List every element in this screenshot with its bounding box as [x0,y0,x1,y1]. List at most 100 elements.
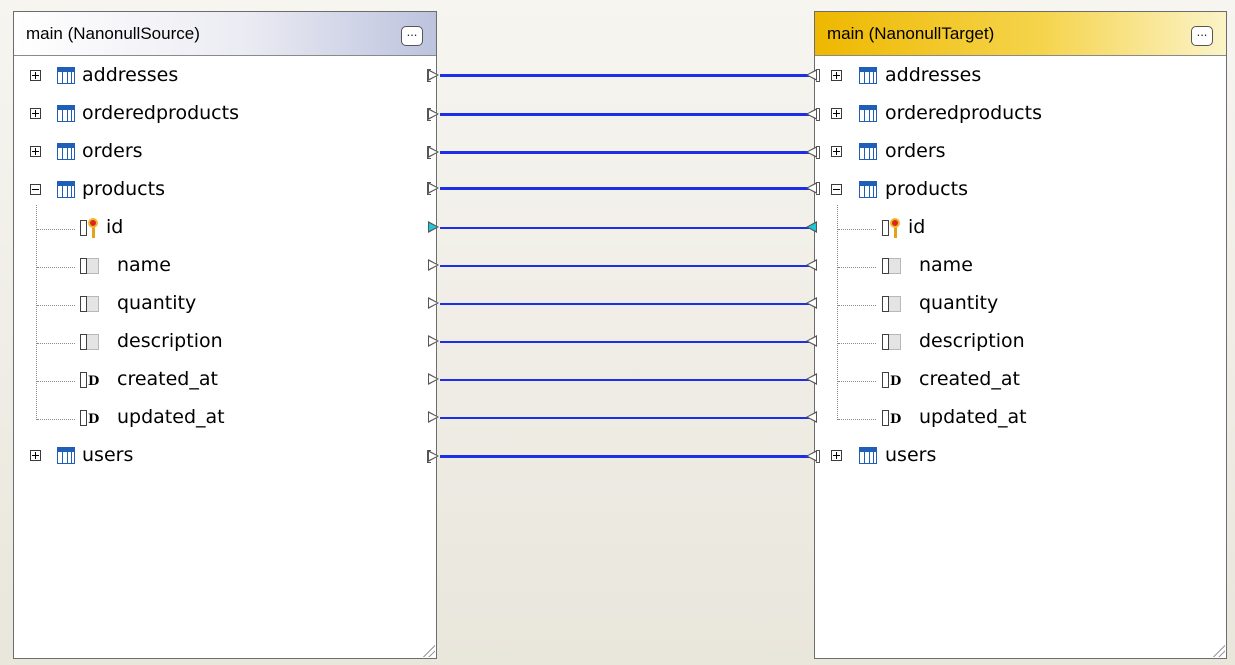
table-row-orders[interactable]: orders [815,134,1226,172]
column-label: id [106,216,124,238]
mapping-line-updated-at[interactable] [440,417,812,419]
table-label: products [885,178,968,200]
column-label: quantity [117,292,197,314]
tree-connector [37,229,75,230]
target-connector[interactable] [806,297,817,309]
connector-bracket [816,182,820,195]
expand-icon[interactable] [30,450,41,461]
table-icon [859,447,877,464]
mapping-line-orders[interactable] [440,151,812,154]
column-row-name[interactable]: name [14,248,436,286]
source-connector[interactable] [428,69,439,81]
column-row-quantity[interactable]: quantity [815,286,1226,324]
table-row-orders[interactable]: orders [14,134,436,172]
table-row-products[interactable]: products [14,172,436,210]
table-row-orderedproducts[interactable]: orderedproducts [14,96,436,134]
target-panel: main (NanonullTarget) ... addresses orde… [814,11,1227,659]
resize-grip[interactable] [423,645,435,657]
column-row-created-at[interactable]: D created_at [815,362,1226,400]
column-row-name[interactable]: name [815,248,1226,286]
expand-icon[interactable] [30,108,41,119]
tree-connector [37,305,75,306]
connector-bracket [816,146,820,159]
table-icon [57,67,75,84]
expand-icon[interactable] [831,450,842,461]
expand-icon[interactable] [831,70,842,81]
mapping-line-description[interactable] [440,341,812,343]
column-row-id[interactable]: id [815,210,1226,248]
tree-connector [838,381,876,382]
table-label: addresses [885,64,982,86]
source-panel-header[interactable]: main (NanonullSource) ... [14,12,436,56]
table-row-addresses[interactable]: addresses [815,58,1226,96]
expand-icon[interactable] [30,70,41,81]
table-icon [57,105,75,122]
table-row-products[interactable]: products [815,172,1226,210]
collapse-icon[interactable] [30,184,41,195]
resize-grip[interactable] [1213,645,1225,657]
target-panel-header[interactable]: main (NanonullTarget) ... [815,12,1226,56]
source-connector[interactable] [428,373,439,385]
mapping-line-addresses[interactable] [440,74,812,77]
source-panel: main (NanonullSource) ... addresses orde… [13,11,437,659]
column-row-description[interactable]: description [815,324,1226,362]
connector-bracket [816,450,820,463]
target-panel-title: main (NanonullTarget) [827,24,995,43]
mapping-line-products[interactable] [440,187,812,190]
column-row-created-at[interactable]: D created_at [14,362,436,400]
primary-key-icon [882,218,901,238]
column-icon [80,258,99,274]
target-panel-menu-button[interactable]: ... [1191,25,1213,46]
source-connector[interactable] [428,182,439,194]
column-label: updated_at [919,406,1027,428]
column-label: name [919,254,973,276]
table-row-users[interactable]: users [14,438,436,476]
mapping-line-quantity[interactable] [440,303,812,305]
mapping-line-id[interactable] [440,227,812,229]
table-row-addresses[interactable]: addresses [14,58,436,96]
table-label: addresses [82,64,179,86]
table-icon [859,181,877,198]
source-connector[interactable] [428,259,439,271]
column-label: name [117,254,171,276]
column-row-description[interactable]: description [14,324,436,362]
expand-icon[interactable] [30,146,41,157]
column-label: quantity [919,292,999,314]
date-column-icon: D [882,410,901,427]
source-connector[interactable] [428,411,439,423]
source-connector[interactable] [428,297,439,309]
target-connector[interactable] [806,259,817,271]
tree-connector [838,305,876,306]
column-row-quantity[interactable]: quantity [14,286,436,324]
source-key-connector[interactable] [428,221,439,233]
table-icon [859,143,877,160]
tree-connector [838,267,876,268]
mapping-line-created-at[interactable] [440,379,812,381]
target-key-connector[interactable] [806,221,817,233]
target-connector[interactable] [806,373,817,385]
column-row-updated-at[interactable]: D updated_at [815,400,1226,438]
tree-connector [37,267,75,268]
mapping-line-orderedproducts[interactable] [440,113,812,116]
table-label: users [885,444,937,466]
source-connector[interactable] [428,335,439,347]
target-connector[interactable] [806,335,817,347]
expand-icon[interactable] [831,146,842,157]
column-icon [882,334,901,350]
collapse-icon[interactable] [831,184,842,195]
column-row-id[interactable]: id [14,210,436,248]
source-panel-menu-button[interactable]: ... [401,25,423,46]
table-row-orderedproducts[interactable]: orderedproducts [815,96,1226,134]
source-connector[interactable] [428,146,439,158]
column-row-updated-at[interactable]: D updated_at [14,400,436,438]
source-connector[interactable] [428,108,439,120]
target-connector[interactable] [806,411,817,423]
mapping-line-users[interactable] [440,455,812,458]
table-row-users[interactable]: users [815,438,1226,476]
mapping-line-name[interactable] [440,265,812,267]
source-connector[interactable] [428,450,439,462]
connector-bracket [816,108,820,121]
tree-connector [37,381,75,382]
table-icon [859,105,877,122]
expand-icon[interactable] [831,108,842,119]
